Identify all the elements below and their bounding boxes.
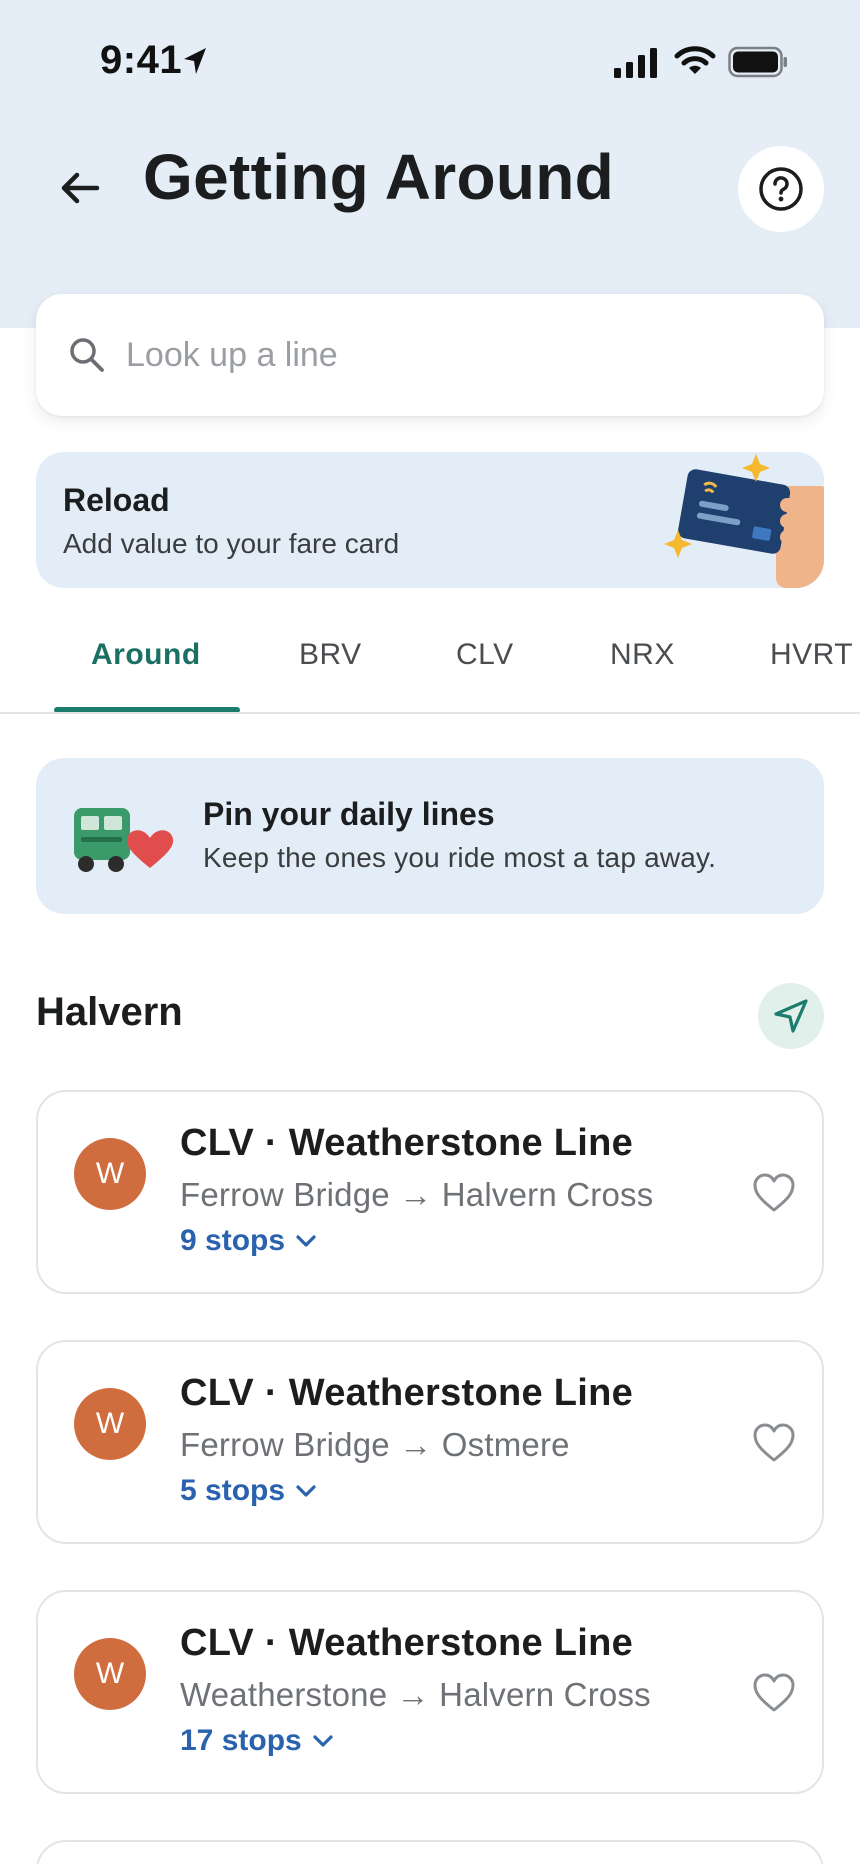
stops-count: 5 stops bbox=[180, 1474, 286, 1507]
pin-banner-title: Pin your daily lines bbox=[203, 796, 495, 832]
tab-brv[interactable]: BRV bbox=[299, 638, 362, 672]
reload-title: Reload bbox=[63, 482, 170, 518]
stops-count: 9 stops bbox=[180, 1224, 286, 1257]
line-route: Weatherstone → Halvern Cross bbox=[180, 1676, 651, 1713]
wifi-icon bbox=[674, 46, 716, 74]
search-input[interactable] bbox=[126, 335, 726, 375]
line-badge: W bbox=[74, 1638, 146, 1710]
pin-lines-banner[interactable]: Pin your daily lines Keep the ones you r… bbox=[36, 758, 824, 914]
cellular-signal-icon bbox=[614, 48, 657, 78]
fare-card-illustration bbox=[664, 454, 824, 588]
line-card[interactable]: W CLV · Weatherstone Line Ferrow Bridge … bbox=[36, 1090, 824, 1294]
line-card-partial[interactable] bbox=[36, 1840, 824, 1864]
back-button[interactable] bbox=[52, 160, 108, 216]
line-name: CLV · Weatherstone Line bbox=[180, 1122, 634, 1164]
location-arrow-icon bbox=[184, 48, 206, 74]
tab-hvrt[interactable]: HVRT bbox=[770, 638, 853, 672]
line-card[interactable]: W CLV · Weatherstone Line Weatherstone →… bbox=[36, 1590, 824, 1794]
tab-around[interactable]: Around bbox=[91, 638, 201, 672]
stops-toggle[interactable]: 5 stops bbox=[180, 1474, 317, 1508]
heart-outline-icon[interactable] bbox=[752, 1672, 796, 1714]
line-route: Ferrow Bridge → Ostmere bbox=[180, 1426, 570, 1463]
line-route: Ferrow Bridge → Halvern Cross bbox=[180, 1176, 654, 1213]
page-title: Getting Around bbox=[143, 141, 615, 213]
heart-outline-icon[interactable] bbox=[752, 1422, 796, 1464]
stops-toggle[interactable]: 17 stops bbox=[180, 1724, 334, 1758]
line-tabs: Around BRV CLV NRX HVRT bbox=[0, 620, 860, 714]
section-title: Halvern bbox=[36, 990, 183, 1034]
screen: 9:41 Getting Around Look up a line Reloa… bbox=[0, 0, 860, 1864]
line-badge: W bbox=[74, 1388, 146, 1460]
chevron-down-icon bbox=[296, 1485, 316, 1497]
status-bar: 9:41 bbox=[0, 0, 860, 120]
line-badge: W bbox=[74, 1138, 146, 1210]
tabs-divider bbox=[0, 712, 860, 714]
line-name: CLV · Weatherstone Line bbox=[180, 1622, 634, 1664]
status-time: 9:41 bbox=[100, 38, 183, 82]
pin-banner-subtitle: Keep the ones you ride most a tap away. bbox=[203, 842, 717, 873]
navigation-arrow-icon bbox=[774, 999, 808, 1033]
battery-icon bbox=[728, 46, 787, 78]
search-bar[interactable] bbox=[36, 294, 824, 416]
line-card[interactable]: W CLV · Weatherstone Line Ferrow Bridge … bbox=[36, 1340, 824, 1544]
chevron-down-icon bbox=[296, 1235, 316, 1247]
heart-outline-icon[interactable] bbox=[752, 1172, 796, 1214]
arrow-left-icon bbox=[61, 172, 100, 204]
question-circle-icon bbox=[759, 167, 803, 211]
chevron-down-icon bbox=[313, 1735, 333, 1747]
stops-count: 17 stops bbox=[180, 1724, 302, 1757]
help-button[interactable] bbox=[738, 146, 824, 232]
reload-banner[interactable]: Reload Add value to your fare card bbox=[36, 452, 824, 588]
line-name: CLV · Weatherstone Line bbox=[180, 1372, 634, 1414]
tab-nrx[interactable]: NRX bbox=[610, 638, 675, 672]
locate-button[interactable] bbox=[758, 983, 824, 1049]
stops-toggle[interactable]: 9 stops bbox=[180, 1224, 317, 1258]
search-icon bbox=[70, 338, 104, 372]
line-list: W CLV · Weatherstone Line Ferrow Bridge … bbox=[36, 1090, 824, 1864]
tab-clv[interactable]: CLV bbox=[456, 638, 514, 672]
bus-heart-illustration bbox=[74, 808, 174, 872]
reload-subtitle: Add value to your fare card bbox=[63, 528, 400, 559]
